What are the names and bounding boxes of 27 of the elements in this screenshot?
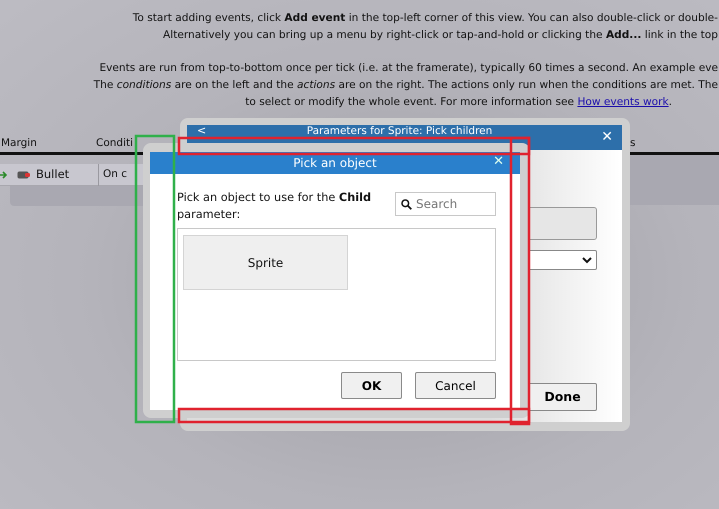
help-text: To start adding events, click Add event in the top-left corner of this view. You can also double-click or double- [132,11,718,26]
column-header: Conditi [96,137,134,150]
close-button[interactable]: ✕ [491,153,506,171]
help-text: Alternatively you can bring up a menu by right-click or tap-and-hold or clicking the Add... link in the top [162,28,718,43]
dialog-button[interactable]: OK [341,372,402,399]
column-header: Margin [1,137,37,150]
search-field[interactable]: Search [395,192,496,216]
help-text: Events are run from top-to-bottom once per tick (i.e. at the framerate), typically 60 times a second. An example eve [98,61,718,76]
search-icon [401,199,412,210]
close-button[interactable]: ✕ [598,128,616,146]
object-name: Bullet [36,166,70,183]
condition-text: On c [103,166,128,182]
dialog-title: Parameters for Sprite: Pick children [306,126,492,137]
chevron-icon [582,257,592,264]
object-tile[interactable]: Sprite [183,235,348,290]
column-header: s [630,137,636,150]
help-link[interactable]: How events work [577,96,669,108]
help-text: . [668,96,672,108]
bullet-icon [17,170,31,178]
done-button[interactable]: Done [528,383,597,411]
help-text: to select or modify the whole event. For more information see [245,96,576,108]
dialog-prompt: Pick an object to use for the Child parameter: [177,190,372,223]
back-button[interactable]: < [193,125,210,136]
help-text: The conditions are on the left and the actions are on the right. The actions only run when the conditions are met. The [94,78,718,93]
dialog-title: Pick an object [293,155,377,172]
arrow-icon [0,170,8,178]
dialog-button[interactable]: Cancel [415,372,496,399]
